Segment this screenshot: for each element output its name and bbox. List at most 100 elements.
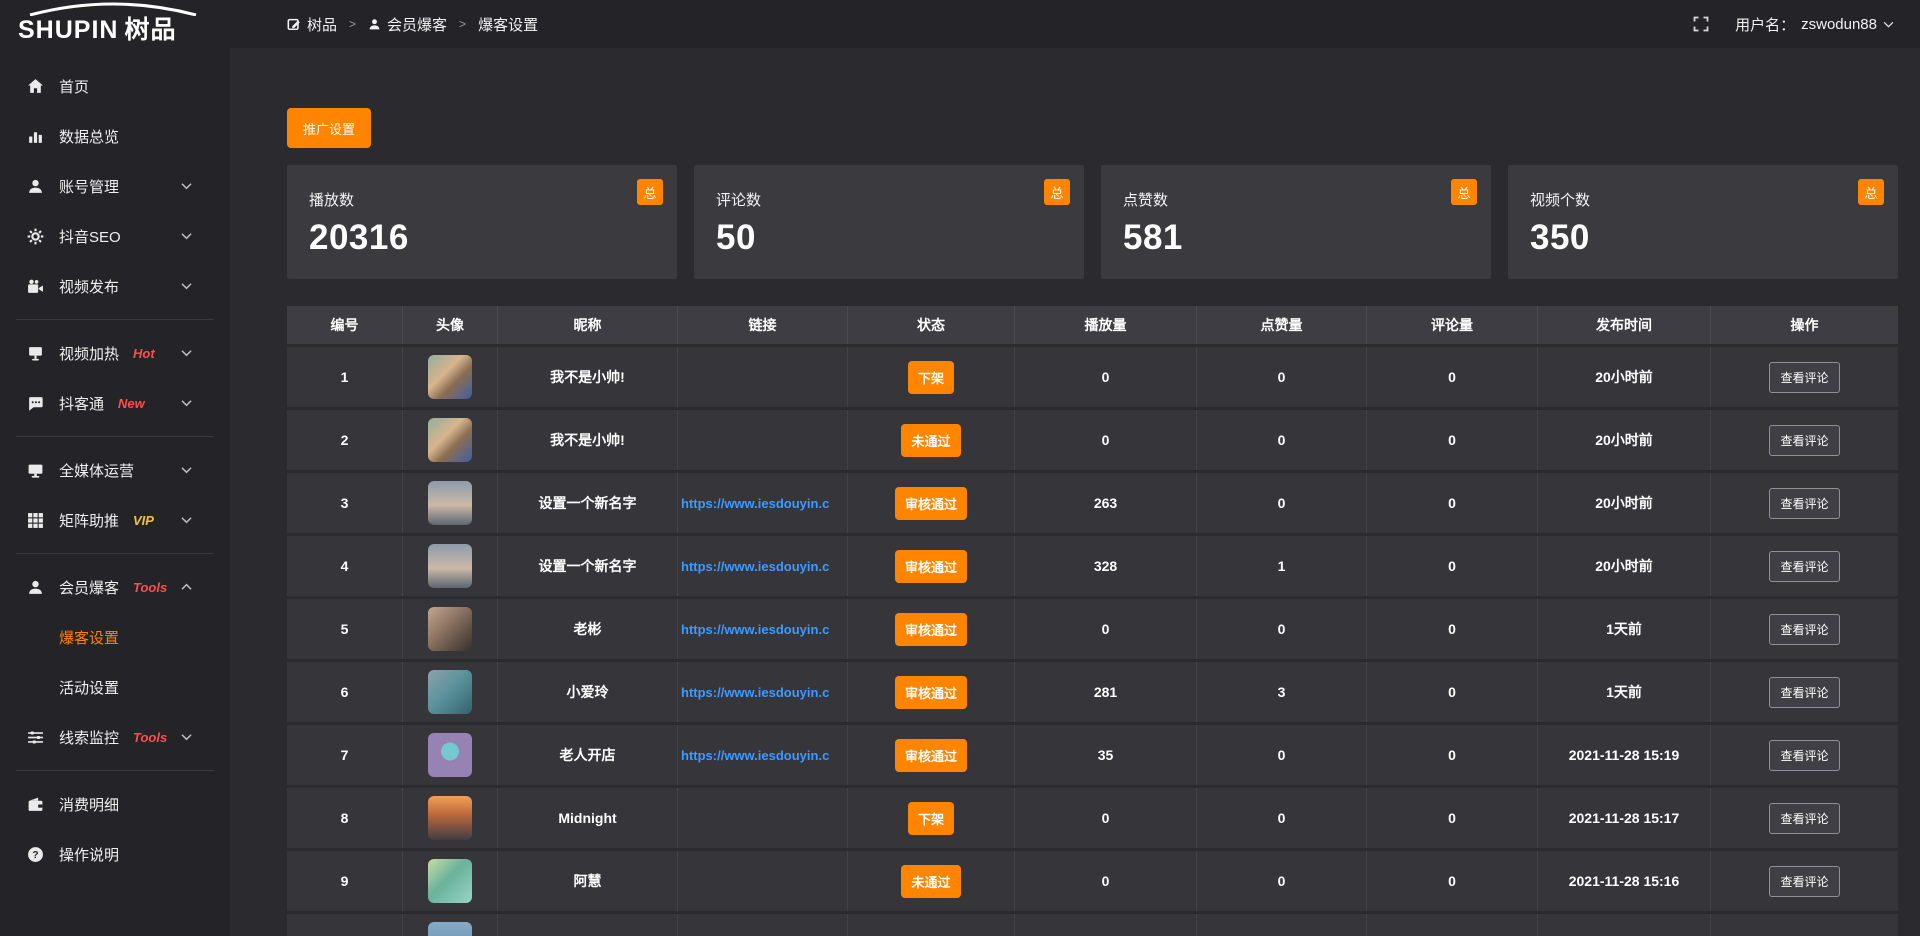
logo-text-cn: 树品 (124, 16, 176, 44)
table-row: 6 小爱玲 https://www.iesdouyin.c 审核通过 281 3… (287, 662, 1898, 722)
nickname: 小爱玲 (498, 662, 678, 722)
view-comments-button[interactable]: 查看评论 (1769, 488, 1839, 519)
sidebar-item-label: 抖音SEO (59, 226, 121, 247)
comment-count: 0 (1367, 788, 1538, 848)
table-row: 2 我不是小帅! 未通过 0 0 0 20小时前 查看评论 (287, 410, 1898, 470)
sidebar-item-video-publish[interactable]: 视频发布 (0, 261, 230, 311)
sidebar-item-douyin-seo[interactable]: 抖音SEO (0, 211, 230, 261)
row-id: 9 (287, 851, 403, 911)
new-tag: New (118, 396, 145, 411)
sidebar-item-all-media[interactable]: 全媒体运营 (0, 445, 230, 495)
sidebar-item-label: 账号管理 (59, 176, 119, 197)
row-id: 2 (287, 410, 403, 470)
publish-time: 20小时前 (1538, 536, 1711, 596)
publish-time: 2021-11-28 15:17 (1538, 788, 1711, 848)
play-count: 263 (1015, 473, 1197, 533)
comment-count (1367, 914, 1538, 936)
avatar (428, 481, 472, 525)
col-header-nickname: 昵称 (498, 306, 678, 344)
play-count: 0 (1015, 788, 1197, 848)
video-link[interactable]: https://www.iesdouyin.c (678, 748, 847, 763)
publish-time: 20小时前 (1538, 410, 1711, 470)
sidebar-subitem-activity-settings[interactable]: 活动设置 (0, 662, 230, 712)
row-id: 1 (287, 347, 403, 407)
row-id: 4 (287, 536, 403, 596)
breadcrumb-separator: > (349, 17, 356, 31)
nickname: 我不是小帅! (498, 410, 678, 470)
status-badge: 未通过 (901, 424, 960, 457)
sidebar-item-operation-guide[interactable]: ? 操作说明 (0, 829, 230, 879)
play-count: 328 (1015, 536, 1197, 596)
view-comments-button[interactable]: 查看评论 (1769, 866, 1839, 897)
sidebar-divider (16, 319, 214, 320)
sidebar: 首页 数据总览 账号管理 抖音SEO 视频发布 视频加热 Hot 抖客通 New… (0, 48, 230, 936)
sidebar-item-label: 消费明细 (59, 794, 119, 815)
view-comments-button[interactable]: 查看评论 (1769, 740, 1839, 771)
fullscreen-icon[interactable] (1693, 16, 1709, 32)
row-id: 3 (287, 473, 403, 533)
view-comments-button[interactable]: 查看评论 (1769, 614, 1839, 645)
video-link[interactable]: https://www.iesdouyin.c (678, 622, 847, 637)
chevron-down-icon (177, 282, 195, 290)
publish-time: 1天前 (1538, 662, 1711, 722)
table-row: 9 阿慧 未通过 0 0 0 2021-11-28 15:16 查看评论 (287, 851, 1898, 911)
breadcrumb-item-shupin[interactable]: 树品 (287, 14, 337, 35)
video-link[interactable]: https://www.iesdouyin.c (678, 685, 847, 700)
sidebar-item-label: 视频加热 (59, 343, 119, 364)
breadcrumb-item-member-baoke[interactable]: 会员爆客 (368, 14, 447, 35)
total-badge: 总 (1451, 179, 1477, 205)
sidebar-item-data-overview[interactable]: 数据总览 (0, 111, 230, 161)
sidebar-subitem-baoke-settings[interactable]: 爆客设置 (0, 612, 230, 662)
col-header-actions: 操作 (1711, 306, 1898, 344)
user-icon (368, 18, 381, 31)
chevron-down-icon (177, 516, 195, 524)
user-icon (26, 579, 44, 596)
stat-card-comments: 评论数 50 总 (694, 165, 1084, 279)
like-count: 0 (1197, 347, 1367, 407)
sidebar-item-clue-monitor[interactable]: 线索监控 Tools (0, 712, 230, 762)
logo[interactable]: SHUPIN树品 (0, 0, 230, 48)
publish-time: 2021-11-28 15:16 (1538, 851, 1711, 911)
user-menu[interactable]: 用户名：zswodun88 (1735, 14, 1894, 35)
play-count: 0 (1015, 347, 1197, 407)
bar-chart-icon (26, 128, 44, 145)
sidebar-item-label: 全媒体运营 (59, 460, 134, 481)
avatar (428, 544, 472, 588)
view-comments-button[interactable]: 查看评论 (1769, 551, 1839, 582)
row-id: 5 (287, 599, 403, 659)
video-link[interactable]: https://www.iesdouyin.c (678, 496, 847, 511)
sidebar-item-consumption-detail[interactable]: 消费明细 (0, 779, 230, 829)
sidebar-item-account-mgmt[interactable]: 账号管理 (0, 161, 230, 211)
video-link[interactable]: https://www.iesdouyin.c (678, 559, 847, 574)
view-comments-button[interactable]: 查看评论 (1769, 677, 1839, 708)
sidebar-item-video-heat[interactable]: 视频加热 Hot (0, 328, 230, 378)
col-header-comments: 评论量 (1367, 306, 1538, 344)
table-row: 4 设置一个新名字 https://www.iesdouyin.c 审核通过 3… (287, 536, 1898, 596)
question-circle-icon: ? (26, 846, 44, 863)
sidebar-item-home[interactable]: 首页 (0, 61, 230, 111)
view-comments-button[interactable]: 查看评论 (1769, 362, 1839, 393)
stat-label: 评论数 (716, 189, 1064, 210)
home-icon (26, 78, 44, 95)
avatar (428, 418, 472, 462)
nickname: 我不是小帅! (498, 347, 678, 407)
col-header-status: 状态 (848, 306, 1015, 344)
stat-value: 20316 (309, 218, 657, 258)
nickname: Midnight (498, 788, 678, 848)
sidebar-item-label: 首页 (59, 76, 89, 97)
sidebar-item-matrix-boost[interactable]: 矩阵助推 VIP (0, 495, 230, 545)
comment-count: 0 (1367, 662, 1538, 722)
sidebar-item-member-baoke[interactable]: 会员爆客 Tools (0, 562, 230, 612)
svg-text:?: ? (32, 850, 38, 861)
promotion-settings-button[interactable]: 推广设置 (287, 108, 371, 148)
publish-time (1538, 914, 1711, 936)
view-comments-button[interactable]: 查看评论 (1769, 803, 1839, 834)
sidebar-item-douketong[interactable]: 抖客通 New (0, 378, 230, 428)
chevron-down-icon (177, 232, 195, 240)
publish-time: 20小时前 (1538, 473, 1711, 533)
username-label: 用户名： (1735, 14, 1795, 35)
stat-value: 581 (1123, 218, 1471, 258)
breadcrumb-separator: > (459, 17, 466, 31)
view-comments-button[interactable]: 查看评论 (1769, 425, 1839, 456)
chevron-down-icon (177, 349, 195, 357)
